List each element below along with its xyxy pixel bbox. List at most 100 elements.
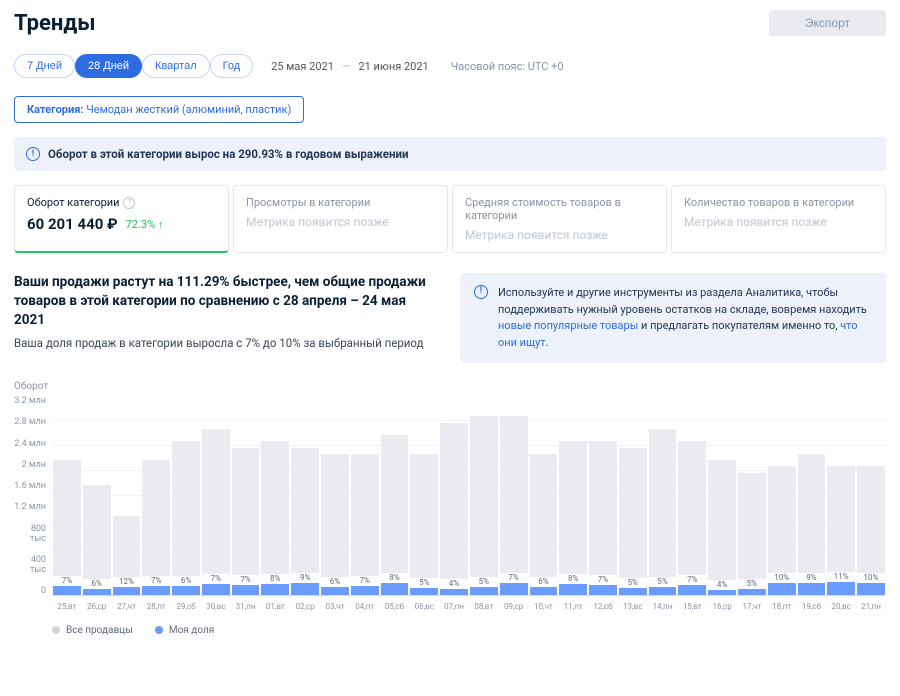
y-tick: 3.2 млн [14,396,46,406]
bar-share [321,587,349,595]
x-tick: 08,вт [469,602,499,611]
bar-share-label: 5% [479,577,489,586]
bar-slot: 2 млн7% [52,396,82,595]
bar-slot: 2.2 млн7% [231,396,261,595]
x-tick: 29,сб [171,602,201,611]
bar-total [559,441,587,573]
growth-banner-text: Оборот в этой категории вырос на 290.93%… [48,147,409,161]
x-tick: 17,чт [737,602,767,611]
x-tick: 15,вт [677,602,707,611]
x-axis: 25,вт26,ср27,чт28,пт29,сб30,вс31,пн01,вт… [52,602,886,611]
bar-slot: 1.6 млн6% [82,396,112,595]
bar-share [530,587,558,595]
y-tick: 2.4 млн [14,439,46,449]
info-icon: ! [26,147,40,161]
metric-card-turnover[interactable]: Оборот категории ? 60 201 440 ₽ 72.3% ↑ [14,185,229,253]
x-tick: 03,чт [320,602,350,611]
tip-box: ! Используйте и другие инструменты из ра… [460,273,886,363]
metric-placeholder: Метрика появится позже [246,215,435,229]
y-tick: 400 тыс [14,555,46,575]
bar-slot: 2.3 млн7% [588,396,618,595]
x-tick: 30,вс [201,602,231,611]
date-range[interactable]: 25 мая 2021 — 21 июня 2021 [271,60,429,73]
bar-slot: 2.1 млн6% [529,396,559,595]
category-name: Чемодан жесткий (алюминий, пластик) [86,103,291,116]
bar-share-label: 5% [628,578,638,587]
metric-placeholder: Метрика появится позже [465,228,654,242]
bar-share-label: 4% [449,579,459,588]
x-tick: 13,вс [618,602,648,611]
range-pill-0[interactable]: 7 Дней [14,54,75,78]
date-from: 25 мая 2021 [271,60,334,73]
bar-slot: 2 млн4% [707,396,737,595]
bar-total [261,441,289,573]
category-prefix: Категория: [27,103,83,116]
bar-share-label: 7% [598,575,608,584]
range-pill-1[interactable]: 28 Дней [75,54,142,78]
bar-total [768,466,796,573]
bar-share [827,582,855,595]
date-sep: — [342,60,351,73]
export-button[interactable]: Экспорт [769,10,886,36]
bar-share-label: 6% [91,579,101,588]
x-tick: 27,чт [112,602,142,611]
bar-total [738,473,766,580]
bar-share [857,583,885,595]
range-pill-2[interactable]: Квартал [142,54,210,78]
metric-card[interactable]: Количество товаров в категорииМетрика по… [671,185,886,253]
bar-total [440,423,468,579]
bar-share-label: 6% [330,577,340,586]
bar-total [113,516,141,577]
x-tick: 25,вт [52,602,82,611]
bar-slot: 2.3 млн6% [171,396,201,595]
bar-total [232,448,260,576]
bar-share [678,585,706,595]
metric-card[interactable]: Средняя стоимость товаров в категорииМет… [452,185,667,253]
bar-slot: 2.3 млн7% [677,396,707,595]
bar-share-label: 4% [717,580,727,589]
bar-share-label: 10% [864,573,879,582]
x-tick: 16,ср [707,602,737,611]
bar-slot: 2.1 млн7% [350,396,380,595]
bar-slot: 1.9 млн10% [767,396,797,595]
insight-sub: Ваша доля продаж в категории выросла с 7… [14,336,432,350]
bar-share-label: 7% [508,573,518,582]
chart-legend: Все продавцы Моя доля [52,625,886,636]
y-tick: 2 млн [14,460,46,470]
bar-slot: 2.4 млн8% [380,396,410,595]
bar-share-label: 8% [568,574,578,583]
x-tick: 11,пт [558,602,588,611]
bar-total [708,460,736,580]
bar-total [410,454,438,579]
page-title: Тренды [14,11,95,36]
bar-slot: 2.7 млн7% [499,396,529,595]
range-bar: 7 Дней28 ДнейКварталГод 25 мая 2021 — 21… [14,54,886,78]
bar-share [470,587,498,595]
y-tick: 0 [14,586,46,596]
x-tick: 04,пт [350,602,380,611]
bar-share [768,583,796,595]
bar-slot: 2.3 млн8% [558,396,588,595]
metric-card[interactable]: Просмотры в категорииМетрика появится по… [233,185,448,253]
help-icon[interactable]: ? [123,197,135,209]
tip-link-popular[interactable]: новые популярные товары [498,319,638,332]
metric-cards: Оборот категории ? 60 201 440 ₽ 72.3% ↑ … [14,185,886,253]
x-tick: 31,пн [231,602,261,611]
bar-share-label: 5% [419,578,429,587]
category-chip[interactable]: Категория: Чемодан жесткий (алюминий, пл… [14,96,304,123]
range-pill-3[interactable]: Год [210,54,254,78]
metric-title: Количество товаров в категории [684,196,873,209]
bar-share-label: 6% [538,577,548,586]
x-tick: 21,пн [856,602,886,611]
bar-share [291,583,319,595]
bar-share [798,583,826,595]
x-tick: 14,пн [648,602,678,611]
x-tick: 28,пт [141,602,171,611]
bar-slot: 2.3 млн8% [260,396,290,595]
date-to: 21 июня 2021 [358,60,428,73]
bar-share [708,590,736,595]
bar-share-label: 5% [657,577,667,586]
bar-slot: 2.7 млн5% [469,396,499,595]
bar-share [261,584,289,596]
legend-item-all: Все продавцы [52,625,133,636]
